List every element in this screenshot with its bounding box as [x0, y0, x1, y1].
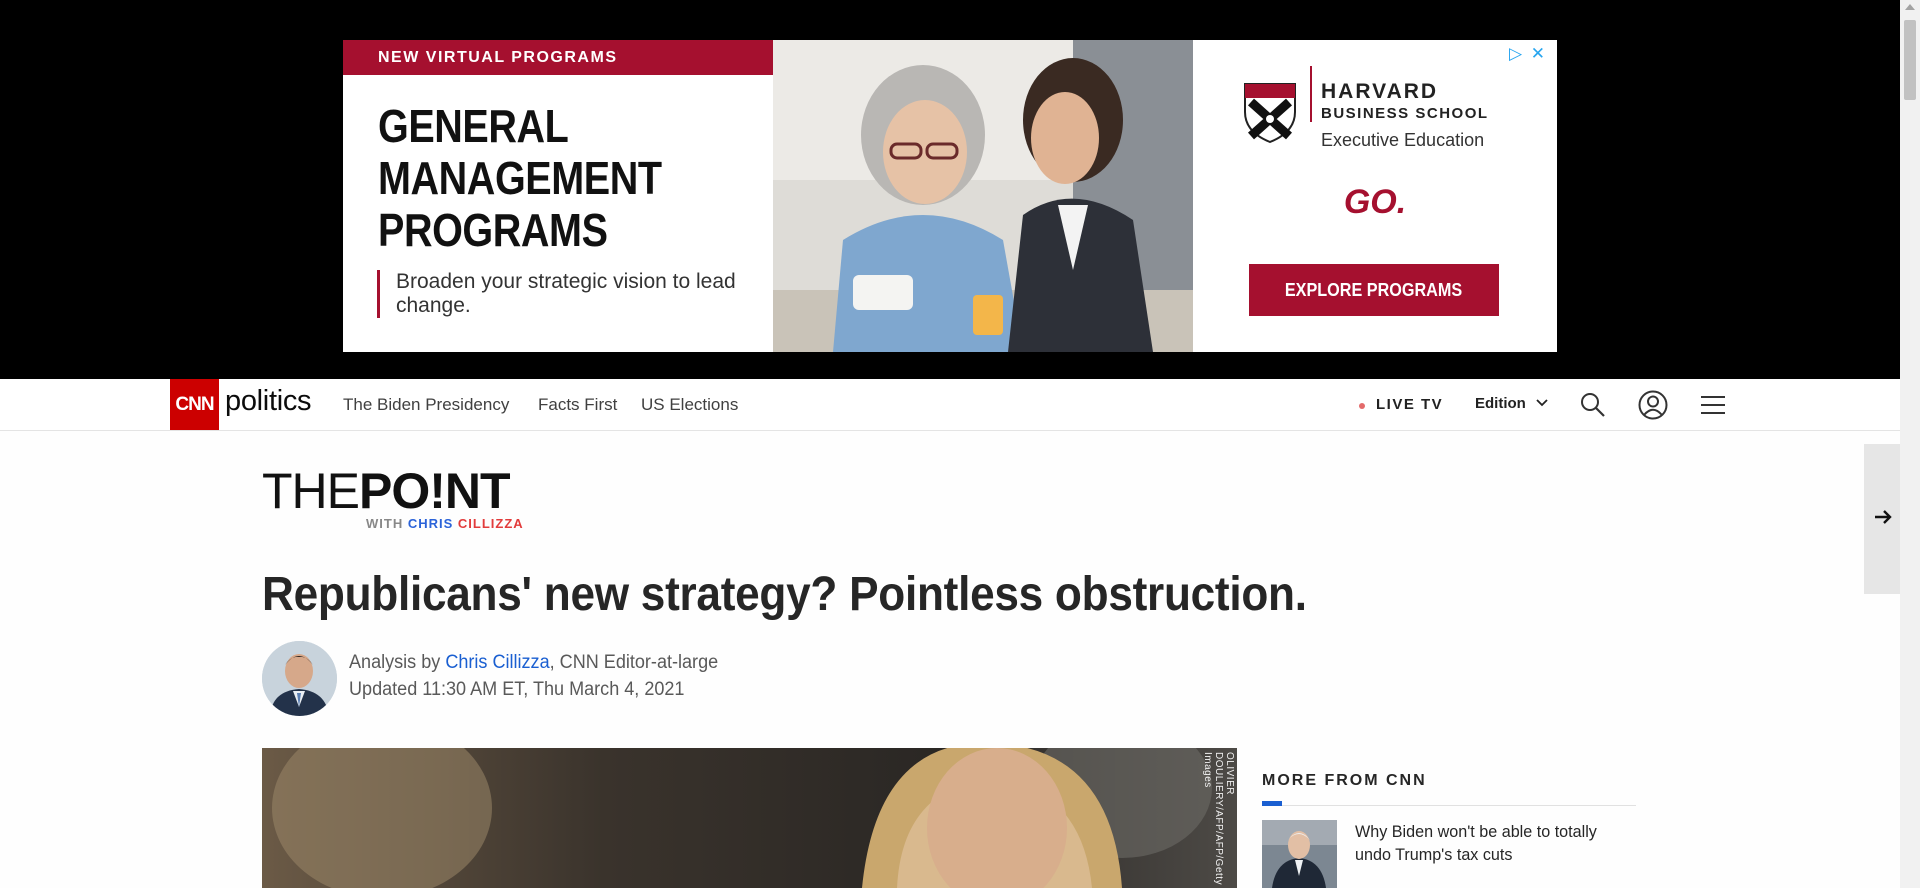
cnn-logo[interactable]: CNN [170, 379, 219, 430]
byline: Analysis by Chris Cillizza, CNN Editor-a… [349, 652, 718, 674]
menu-icon[interactable] [1698, 390, 1728, 420]
chevron-down-icon[interactable] [1535, 396, 1549, 410]
more-from-cnn-title: MORE FROM CNN [1262, 772, 1427, 789]
next-story-button[interactable] [1864, 444, 1900, 594]
ad-tag: NEW VIRTUAL PROGRAMS [343, 40, 773, 75]
adchoices-icon[interactable]: ▷ [1509, 44, 1524, 63]
section-accent-bar [1262, 801, 1282, 806]
ad-headline: GENERAL MANAGEMENT PROGRAMS [378, 100, 705, 256]
photo-credit: OLIVIER DOULIERY/AFP/AFP/Getty Images [1202, 752, 1235, 886]
brand-school: BUSINESS SCHOOL [1321, 105, 1489, 122]
ad-banner-band: NEW VIRTUAL PROGRAMS GENERAL MANAGEMENT … [0, 0, 1900, 379]
scroll-up-arrow-icon[interactable] [1905, 4, 1915, 10]
edition-selector[interactable]: Edition [1475, 395, 1526, 412]
live-tv-link[interactable]: LIVE TV [1376, 396, 1443, 413]
logo-the: THE [262, 463, 360, 519]
ad-headline-line: MANAGEMENT [378, 152, 662, 204]
search-icon[interactable] [1578, 390, 1608, 420]
brand-unit: Executive Education [1321, 130, 1485, 150]
cta-label: EXPLORE PROGRAMS [1285, 280, 1463, 300]
explore-programs-button[interactable]: EXPLORE PROGRAMS [1249, 264, 1499, 316]
ad-brand-panel: ▷ ✕ HARVARD BUSINESS SCHOOL Executive Ed… [1193, 40, 1557, 352]
harvard-ad[interactable]: NEW VIRTUAL PROGRAMS GENERAL MANAGEMENT … [343, 40, 1557, 352]
more-from-cnn-thumbnail[interactable] [1262, 820, 1337, 888]
ad-headline-line: PROGRAMS [378, 204, 608, 256]
nav-link-biden-presidency[interactable]: The Biden Presidency [343, 395, 509, 415]
author-avatar[interactable] [262, 641, 337, 716]
ad-go-text: GO. [1343, 183, 1407, 221]
ad-photo [773, 40, 1193, 352]
author-link[interactable]: Chris Cillizza [445, 652, 549, 673]
logo-point: PO!NT [359, 463, 511, 519]
nav-link-us-elections[interactable]: US Elections [641, 395, 738, 415]
logo-name-first: CHRIS [407, 516, 454, 531]
arrow-right-icon [1875, 510, 1892, 524]
section-divider [1282, 805, 1636, 806]
vertical-scrollbar[interactable] [1900, 0, 1920, 888]
close-icon[interactable]: ✕ [1531, 44, 1547, 63]
brand-name: HARVARD [1321, 80, 1439, 103]
live-indicator-dot [1359, 403, 1365, 409]
author-role: , CNN Editor-at-large [549, 652, 719, 673]
ad-headline-line: GENERAL [378, 100, 569, 152]
the-point-logo[interactable]: THEPO!NT WITH CHRIS CILLIZZA [262, 466, 542, 536]
article-headline: Republicans' new strategy? Pointless obs… [262, 568, 1307, 621]
nav-link-facts-first[interactable]: Facts First [538, 395, 617, 415]
account-icon[interactable] [1638, 390, 1668, 420]
section-title[interactable]: politics [225, 385, 312, 418]
ad-subtext: Broaden your strategic vision to lead ch… [377, 270, 737, 318]
byline-prefix: Analysis by [349, 652, 441, 673]
harvard-shield-icon [1244, 83, 1296, 144]
brand-divider [1310, 66, 1312, 122]
more-from-cnn-headline-link[interactable]: Why Biden won't be able to totally undo … [1355, 820, 1602, 866]
top-navigation: CNN politics The Biden Presidency Facts … [0, 379, 1900, 431]
logo-with: WITH [366, 516, 404, 531]
hero-image[interactable]: OLIVIER DOULIERY/AFP/AFP/Getty Images [262, 748, 1237, 888]
logo-name-last: CILLIZZA [457, 516, 524, 531]
updated-timestamp: Updated 11:30 AM ET, Thu March 4, 2021 [349, 679, 685, 700]
scrollbar-thumb[interactable] [1904, 20, 1916, 100]
